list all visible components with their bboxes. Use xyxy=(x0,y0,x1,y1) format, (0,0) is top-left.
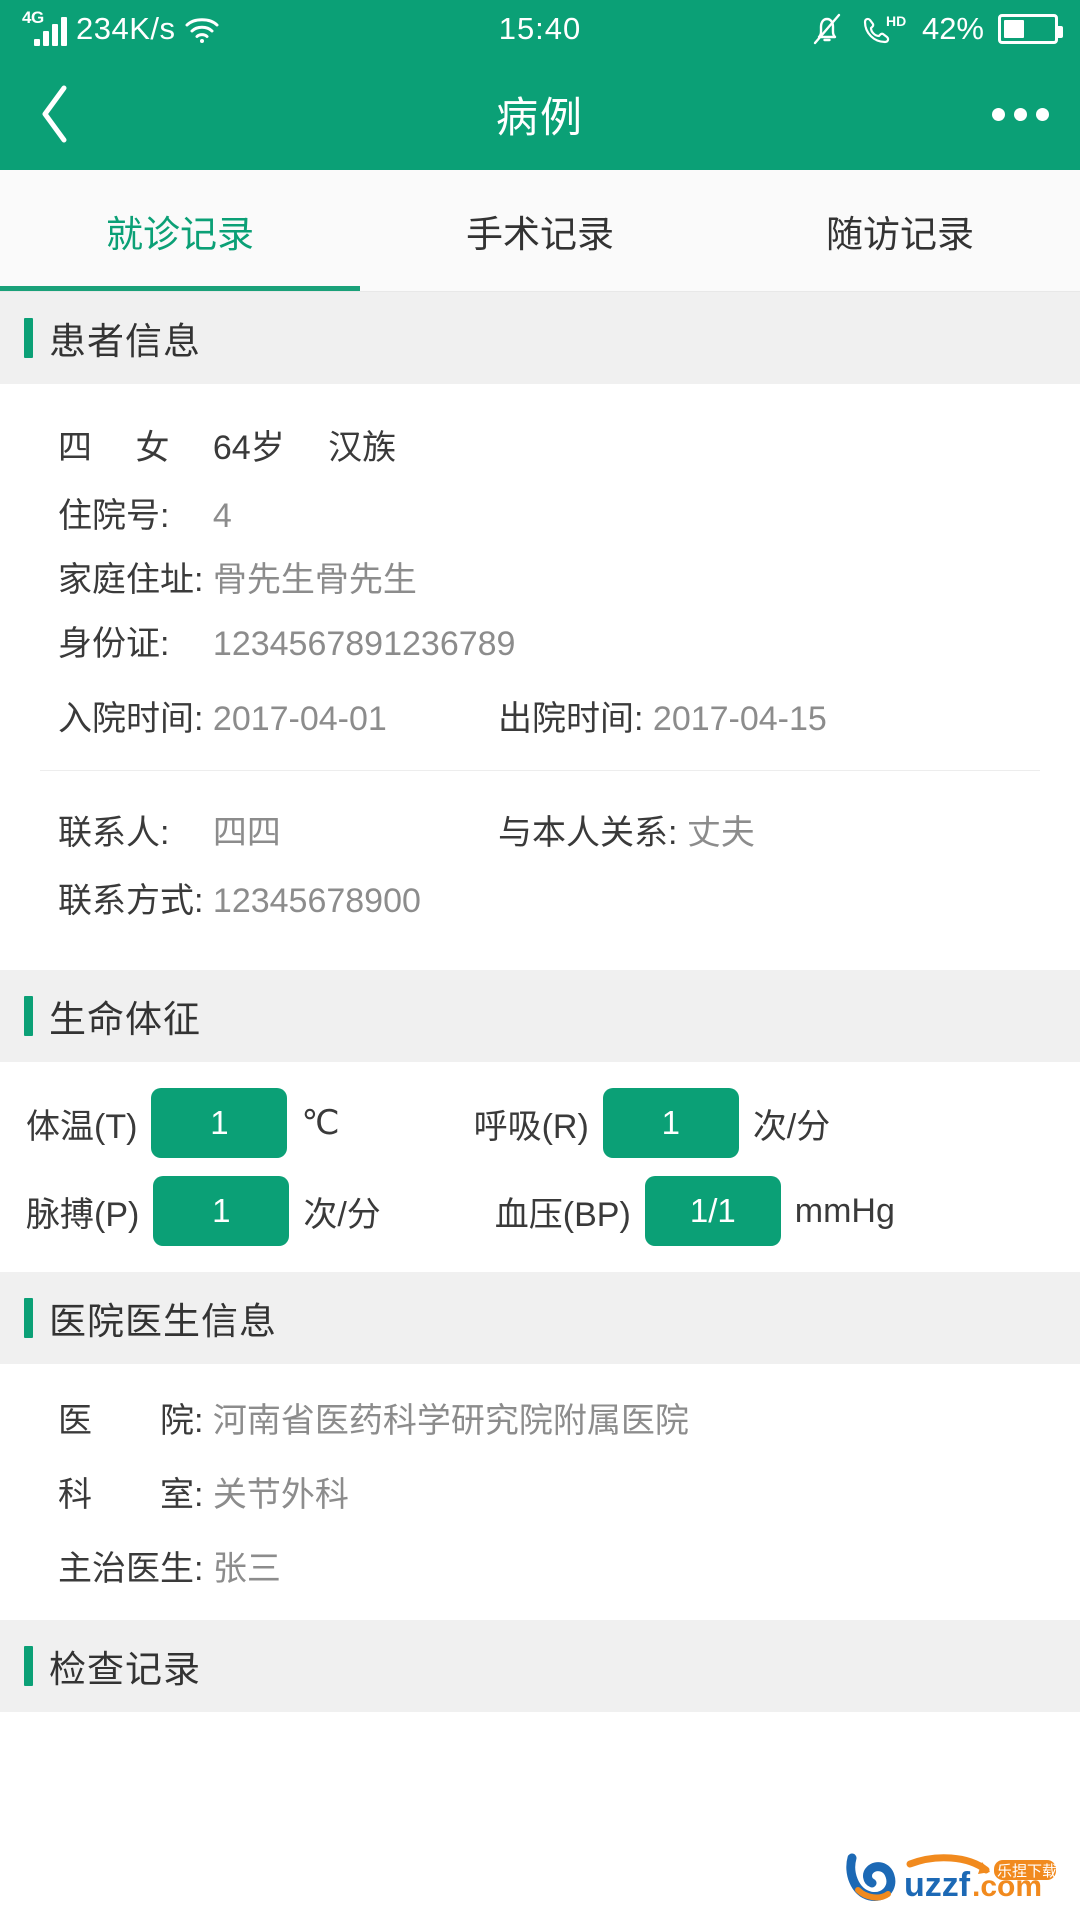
blood-pressure-input[interactable]: 1/1 xyxy=(644,1176,781,1246)
field-relationship: 与本人关系: 丈夫 xyxy=(498,805,755,854)
section-accent-bar xyxy=(24,996,33,1036)
field-id-card: 身份证: 1234567891236789 xyxy=(0,627,1080,661)
field-admission-discharge-row: 入院时间: 2017-04-01 出院时间: 2017-04-15 xyxy=(0,691,1080,740)
respiration-input[interactable]: 1 xyxy=(602,1088,739,1158)
vital-unit: ℃ xyxy=(301,1104,340,1142)
field-value: 四四 xyxy=(212,814,281,852)
vital-unit: mmHg xyxy=(794,1191,895,1230)
section-accent-bar xyxy=(24,1298,33,1338)
section-header-vital-signs: 生命体征 xyxy=(0,970,1080,1062)
hospital-info-card: 医 院: 河南省医药科学研究院附属医院 科 室: 关节外科 主治医生: 张三 xyxy=(0,1364,1080,1620)
field-label: 身份证: xyxy=(58,625,213,663)
more-options-button[interactable] xyxy=(960,58,1080,170)
more-horizontal-icon xyxy=(1035,107,1049,121)
vital-unit: 次/分 xyxy=(303,1195,381,1234)
field-attending-doctor: 主治医生: 张三 xyxy=(0,1552,1080,1586)
vital-label: 血压(BP) xyxy=(494,1195,631,1234)
field-value: 1234567891236789 xyxy=(212,625,516,663)
status-bar-left: 4G 234K/s xyxy=(22,8,220,47)
svg-text:HD: HD xyxy=(886,13,906,29)
field-admission-date: 入院时间: 2017-04-01 xyxy=(58,691,498,740)
field-contact-person: 联系人: 四四 xyxy=(58,805,498,854)
watermark-tagline: 乐捏下载 xyxy=(997,1863,1057,1880)
field-label: 入院时间: xyxy=(58,700,213,738)
tab-followup-records[interactable]: 随访记录 xyxy=(720,170,1080,291)
vital-temperature: 体温(T) 1 ℃ xyxy=(26,1088,340,1158)
field-home-address: 家庭住址: 骨先生骨先生 xyxy=(0,563,1080,597)
vitals-row-1: 体温(T) 1 ℃ 呼吸(R) 1 次/分 xyxy=(0,1088,1080,1158)
vital-label: 脉搏(P) xyxy=(26,1195,140,1234)
field-value: 张三 xyxy=(212,1550,281,1588)
section-title: 患者信息 xyxy=(49,321,201,362)
section-accent-bar xyxy=(24,1646,33,1686)
field-value: 2017-04-15 xyxy=(652,700,827,738)
field-label: 医 院: xyxy=(58,1402,213,1440)
vital-label: 呼吸(R) xyxy=(473,1107,589,1146)
section-title: 生命体征 xyxy=(49,999,201,1040)
battery-icon xyxy=(998,14,1063,44)
back-button[interactable] xyxy=(0,58,110,170)
field-label: 主治医生: xyxy=(58,1550,213,1588)
temperature-input[interactable]: 1 xyxy=(151,1088,288,1158)
more-horizontal-icon xyxy=(1013,107,1027,121)
bell-muted-icon xyxy=(813,13,841,45)
site-watermark: uzzf .com 乐捏下载 xyxy=(844,1838,1064,1914)
patient-info-card: 四 女 64岁 汉族 住院号: 4 家庭住址: 骨先生骨先生 身份证: 1234… xyxy=(0,384,1080,970)
wifi-icon xyxy=(185,18,219,43)
nav-bar: 病例 xyxy=(0,58,1080,170)
field-value: 关节外科 xyxy=(212,1476,349,1514)
field-department: 科 室: 关节外科 xyxy=(0,1478,1080,1512)
field-contact-phone: 联系方式: 12345678900 xyxy=(0,884,1080,918)
field-value: 河南省医药科学研究院附属医院 xyxy=(212,1402,689,1440)
battery-percent-label: 42% xyxy=(921,11,984,46)
patient-summary: 四 女 64岁 汉族 xyxy=(58,429,397,467)
section-header-exam-records: 检查记录 xyxy=(0,1620,1080,1712)
field-value: 4 xyxy=(212,497,232,535)
field-value: 丈夫 xyxy=(686,814,755,852)
status-bar: 4G 234K/s 15:40 HD 42% xyxy=(0,0,1080,58)
phone-hd-icon: HD xyxy=(863,13,906,44)
network-speed-label: 234K/s xyxy=(76,11,176,46)
field-label: 住院号: xyxy=(58,497,213,535)
field-label: 科 室: xyxy=(58,1476,213,1514)
field-contact-row: 联系人: 四四 与本人关系: 丈夫 xyxy=(0,805,1080,854)
vital-respiration: 呼吸(R) 1 次/分 xyxy=(473,1088,831,1158)
section-header-patient-info: 患者信息 xyxy=(0,292,1080,384)
field-discharge-date: 出院时间: 2017-04-15 xyxy=(498,691,827,740)
tab-bar: 就诊记录 手术记录 随访记录 xyxy=(0,170,1080,292)
app-screen: 4G 234K/s 15:40 HD 42% 病例 就诊记录 手术记录 随访记录… xyxy=(0,0,1080,1920)
field-label: 联系方式: xyxy=(58,882,213,920)
vital-label: 体温(T) xyxy=(26,1107,138,1146)
section-accent-bar xyxy=(24,318,33,358)
signal-bars-icon: 4G xyxy=(22,8,68,46)
field-value: 骨先生骨先生 xyxy=(212,561,417,599)
field-label: 出院时间: xyxy=(498,700,653,738)
more-horizontal-icon xyxy=(991,107,1005,121)
section-title: 医院医生信息 xyxy=(49,1301,277,1342)
status-bar-right: HD 42% xyxy=(810,11,1063,47)
tab-surgery-records[interactable]: 手术记录 xyxy=(360,170,720,291)
field-hospital: 医 院: 河南省医药科学研究院附属医院 xyxy=(0,1404,1080,1438)
field-label: 家庭住址: xyxy=(58,561,213,599)
field-label: 联系人: xyxy=(58,814,213,852)
field-value: 12345678900 xyxy=(212,882,421,920)
page-title: 病例 xyxy=(495,93,584,141)
field-admission-number: 住院号: 4 xyxy=(0,499,1080,533)
uzzf-logo-icon: uzzf .com 乐捏下载 xyxy=(846,1853,1057,1904)
pulse-input[interactable]: 1 xyxy=(153,1176,290,1246)
chevron-left-icon xyxy=(42,85,67,143)
field-label: 与本人关系: xyxy=(498,814,687,852)
vital-pulse: 脉搏(P) 1 次/分 xyxy=(26,1176,381,1246)
network-type-label: 4G xyxy=(22,8,44,27)
vital-blood-pressure: 血压(BP) 1/1 mmHg xyxy=(495,1176,895,1246)
section-title: 检查记录 xyxy=(49,1649,201,1690)
svg-text:uzzf: uzzf xyxy=(904,1866,971,1904)
field-value: 2017-04-01 xyxy=(212,700,387,738)
tab-visit-records[interactable]: 就诊记录 xyxy=(0,170,360,291)
vital-unit: 次/分 xyxy=(752,1107,831,1146)
vital-signs-card: 体温(T) 1 ℃ 呼吸(R) 1 次/分 脉搏(P) 1 次/分 血压(BP)… xyxy=(0,1062,1080,1272)
contact-info-block: 联系人: 四四 与本人关系: 丈夫 联系方式: 12345678900 xyxy=(0,771,1080,948)
vitals-row-2: 脉搏(P) 1 次/分 血压(BP) 1/1 mmHg xyxy=(0,1176,1080,1246)
section-header-hospital-doctor: 医院医生信息 xyxy=(0,1272,1080,1364)
